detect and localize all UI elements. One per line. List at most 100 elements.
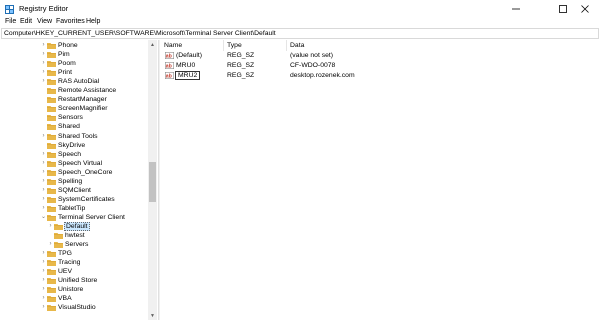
tree-item[interactable]: Remote Assistance: [0, 86, 148, 95]
folder-icon: [47, 160, 56, 167]
tree-item[interactable]: › Default: [0, 222, 148, 231]
folder-icon: [47, 278, 56, 285]
tree-item[interactable]: › TabletTip: [0, 204, 148, 213]
column-header-type[interactable]: Type: [227, 41, 242, 50]
column-divider[interactable]: [223, 40, 224, 51]
tree-item[interactable]: › Speech Virtual: [0, 159, 148, 168]
tree-item[interactable]: › Unistore: [0, 285, 148, 294]
value-row[interactable]: ab (Default) REG_SZ (value not set): [160, 51, 600, 61]
expand-chevron-icon[interactable]: ›: [40, 177, 47, 186]
expand-chevron-icon[interactable]: ›: [47, 240, 54, 249]
tree-item[interactable]: › Poom: [0, 59, 148, 68]
tree-item-label: SQMClient: [58, 186, 91, 194]
value-row[interactable]: ab MRU0 REG_SZ CF-WDO-0078: [160, 61, 600, 71]
tree-item[interactable]: hwtest: [0, 231, 148, 240]
folder-icon: [47, 269, 56, 276]
tree-item[interactable]: ⌄ Terminal Server Client: [0, 213, 148, 222]
tree-item[interactable]: › Print: [0, 68, 148, 77]
tree-item-label: RAS AutoDial: [58, 78, 100, 86]
tree-item[interactable]: › VisualStudio: [0, 303, 148, 312]
address-path[interactable]: Computer\HKEY_CURRENT_USER\SOFTWARE\Micr…: [4, 29, 276, 38]
menu-file[interactable]: File: [5, 17, 16, 27]
expand-chevron-icon[interactable]: ›: [40, 249, 47, 258]
tree-item[interactable]: › SystemCertificates: [0, 195, 148, 204]
menu-favorites[interactable]: Favorites: [56, 17, 85, 27]
expand-chevron-icon[interactable]: ›: [40, 204, 47, 213]
tree-item[interactable]: › Shared Tools: [0, 132, 148, 141]
expand-chevron-icon[interactable]: ›: [40, 77, 47, 86]
tree-item[interactable]: › RAS AutoDial: [0, 77, 148, 86]
tree-item-label: SkyDrive: [58, 141, 86, 149]
folder-icon: [47, 142, 56, 149]
expand-chevron-icon[interactable]: ›: [40, 195, 47, 204]
expand-chevron-icon[interactable]: ›: [40, 41, 47, 50]
expand-chevron-icon[interactable]: ›: [40, 276, 47, 285]
column-header-name[interactable]: Name: [164, 41, 182, 50]
expand-chevron-icon[interactable]: ›: [40, 50, 47, 59]
value-type: REG_SZ: [227, 72, 255, 79]
tree-item[interactable]: › Pim: [0, 50, 148, 59]
tree-item[interactable]: › Unified Store: [0, 276, 148, 285]
value-name: (Default): [176, 52, 203, 59]
expand-chevron-icon[interactable]: ›: [40, 285, 47, 294]
expand-chevron-icon[interactable]: ›: [40, 294, 47, 303]
menu-edit[interactable]: Edit: [20, 17, 32, 27]
tree-item[interactable]: › UEV: [0, 267, 148, 276]
tree-item-label: ScreenMagnifier: [58, 105, 108, 113]
folder-icon: [47, 251, 56, 258]
expand-chevron-icon[interactable]: ›: [40, 132, 47, 141]
tree-item-label: Speech: [58, 150, 82, 158]
tree-item[interactable]: Sensors: [0, 113, 148, 122]
expand-chevron-icon[interactable]: ›: [40, 267, 47, 276]
expand-chevron-icon[interactable]: ›: [40, 168, 47, 177]
tree-item[interactable]: › Speech_OneCore: [0, 168, 148, 177]
folder-icon: [47, 287, 56, 294]
tree-item[interactable]: › TPG: [0, 249, 148, 258]
folder-icon: [47, 214, 56, 221]
scrollbar-thumb[interactable]: [149, 162, 156, 202]
expand-chevron-icon[interactable]: ›: [47, 222, 54, 231]
svg-text:ab: ab: [166, 74, 172, 79]
tree-item[interactable]: › Servers: [0, 240, 148, 249]
tree-item[interactable]: › Spelling: [0, 177, 148, 186]
tree-item-label: VisualStudio: [58, 304, 96, 312]
tree-item[interactable]: ScreenMagnifier: [0, 104, 148, 113]
tree-item[interactable]: Shared: [0, 122, 148, 131]
tree-item-label: Unistore: [58, 286, 84, 294]
column-divider[interactable]: [286, 40, 287, 51]
expand-chevron-icon[interactable]: ›: [40, 186, 47, 195]
expand-chevron-icon[interactable]: ›: [40, 150, 47, 159]
value-row[interactable]: ab MRU2 REG_SZ desktop.rozenek.com: [160, 71, 600, 81]
menu-help[interactable]: Help: [86, 17, 100, 27]
values-list-pane[interactable]: Name Type Data ab (Default) REG_SZ (value n…: [160, 40, 600, 320]
address-bar[interactable]: Computer\HKEY_CURRENT_USER\SOFTWARE\Micr…: [1, 28, 599, 39]
expand-chevron-icon[interactable]: ›: [40, 159, 47, 168]
scroll-down-arrow-icon[interactable]: ▼: [148, 311, 157, 320]
tree-item[interactable]: RestartManager: [0, 95, 148, 104]
expand-chevron-icon[interactable]: ›: [40, 59, 47, 68]
expand-chevron-icon[interactable]: ›: [40, 68, 47, 77]
tree-vertical-scrollbar[interactable]: ▲ ▼: [148, 40, 157, 320]
tree-item[interactable]: › Speech: [0, 150, 148, 159]
key-tree-pane[interactable]: › Phone › Pim › Poom › Print › RAS AutoDial Remote…: [0, 40, 158, 320]
tree-item[interactable]: › VBA: [0, 294, 148, 303]
scroll-up-arrow-icon[interactable]: ▲: [148, 40, 157, 49]
folder-icon: [47, 88, 56, 95]
tree-item[interactable]: › Tracing: [0, 258, 148, 267]
column-header-data[interactable]: Data: [290, 41, 304, 50]
close-icon: [580, 5, 589, 13]
folder-icon: [47, 97, 56, 104]
folder-icon: [47, 133, 56, 140]
registry-editor-window: Registry Editor File Edit View Favorites…: [0, 0, 600, 320]
collapse-chevron-icon[interactable]: ⌄: [40, 213, 47, 222]
folder-icon: [47, 52, 56, 59]
tree-item[interactable]: › SQMClient: [0, 186, 148, 195]
tree-item[interactable]: › Phone: [0, 41, 148, 50]
tree-item-label: Phone: [58, 42, 78, 49]
tree-item[interactable]: SkyDrive: [0, 141, 148, 150]
registry-editor-app-icon: [5, 5, 14, 14]
menu-view[interactable]: View: [37, 17, 52, 27]
expand-chevron-icon[interactable]: ›: [40, 258, 47, 267]
value-name-edit-field[interactable]: MRU2: [175, 71, 201, 80]
expand-chevron-icon[interactable]: ›: [40, 303, 47, 312]
